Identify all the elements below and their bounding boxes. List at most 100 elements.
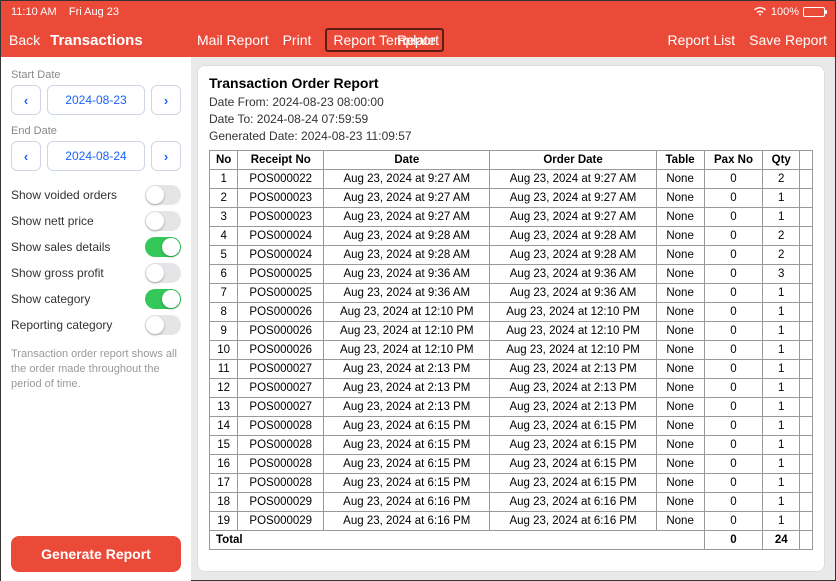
status-date: Fri Aug 23 bbox=[69, 6, 119, 18]
table-row[interactable]: 2POS000023Aug 23, 2024 at 9:27 AMAug 23,… bbox=[210, 189, 813, 208]
cell-qty: 2 bbox=[763, 170, 800, 189]
toggle-switch[interactable] bbox=[145, 263, 181, 283]
cell-pax: 0 bbox=[704, 170, 763, 189]
cell-pax: 0 bbox=[704, 208, 763, 227]
cell-qty: 1 bbox=[763, 455, 800, 474]
table-row[interactable]: 9POS000026Aug 23, 2024 at 12:10 PMAug 23… bbox=[210, 322, 813, 341]
toggle-label: Show nett price bbox=[11, 214, 94, 228]
table-row[interactable]: 16POS000028Aug 23, 2024 at 6:15 PMAug 23… bbox=[210, 455, 813, 474]
cell-order: Aug 23, 2024 at 2:13 PM bbox=[490, 360, 656, 379]
cell-date: Aug 23, 2024 at 9:27 AM bbox=[324, 208, 490, 227]
toggle-switch[interactable] bbox=[145, 211, 181, 231]
table-row[interactable]: 4POS000024Aug 23, 2024 at 9:28 AMAug 23,… bbox=[210, 227, 813, 246]
cell-order: Aug 23, 2024 at 9:28 AM bbox=[490, 246, 656, 265]
save-report-button[interactable]: Save Report bbox=[749, 32, 827, 48]
report-meta-to: Date To: 2024-08-24 07:59:59 bbox=[209, 111, 813, 128]
total-pax: 0 bbox=[704, 531, 763, 550]
table-row[interactable]: 5POS000024Aug 23, 2024 at 9:28 AMAug 23,… bbox=[210, 246, 813, 265]
cell-qty: 1 bbox=[763, 208, 800, 227]
cell-date: Aug 23, 2024 at 9:28 AM bbox=[324, 246, 490, 265]
end-date-button[interactable]: 2024-08-24 bbox=[47, 141, 145, 171]
report-list-button[interactable]: Report List bbox=[667, 32, 735, 48]
toggle-switch[interactable] bbox=[145, 289, 181, 309]
cell-order: Aug 23, 2024 at 2:13 PM bbox=[490, 398, 656, 417]
cell-table: None bbox=[656, 436, 704, 455]
cell-order: Aug 23, 2024 at 9:36 AM bbox=[490, 265, 656, 284]
cell-order: Aug 23, 2024 at 6:15 PM bbox=[490, 474, 656, 493]
start-date-button[interactable]: 2024-08-23 bbox=[47, 85, 145, 115]
cell-receipt: POS000024 bbox=[238, 227, 324, 246]
start-date-label: Start Date bbox=[11, 69, 181, 81]
cell-table: None bbox=[656, 341, 704, 360]
print-button[interactable]: Print bbox=[283, 32, 312, 48]
table-row[interactable]: 14POS000028Aug 23, 2024 at 6:15 PMAug 23… bbox=[210, 417, 813, 436]
table-row[interactable]: 19POS000029Aug 23, 2024 at 6:16 PMAug 23… bbox=[210, 512, 813, 531]
table-row[interactable]: 12POS000027Aug 23, 2024 at 2:13 PMAug 23… bbox=[210, 379, 813, 398]
cell-qty: 1 bbox=[763, 360, 800, 379]
table-row[interactable]: 1POS000022Aug 23, 2024 at 9:27 AMAug 23,… bbox=[210, 170, 813, 189]
table-row[interactable]: 18POS000029Aug 23, 2024 at 6:16 PMAug 23… bbox=[210, 493, 813, 512]
start-date-next[interactable]: › bbox=[151, 85, 181, 115]
cell-table: None bbox=[656, 284, 704, 303]
back-button[interactable]: Back bbox=[9, 32, 40, 48]
cell-date: Aug 23, 2024 at 12:10 PM bbox=[324, 322, 490, 341]
cell-order: Aug 23, 2024 at 6:15 PM bbox=[490, 417, 656, 436]
cell-no: 18 bbox=[210, 493, 238, 512]
cell-order: Aug 23, 2024 at 9:28 AM bbox=[490, 227, 656, 246]
cell-date: Aug 23, 2024 at 2:13 PM bbox=[324, 360, 490, 379]
toggle-label: Show gross profit bbox=[11, 266, 104, 280]
cell-qty: 1 bbox=[763, 189, 800, 208]
cell-date: Aug 23, 2024 at 2:13 PM bbox=[324, 379, 490, 398]
table-row[interactable]: 8POS000026Aug 23, 2024 at 12:10 PMAug 23… bbox=[210, 303, 813, 322]
cell-table: None bbox=[656, 455, 704, 474]
table-row[interactable]: 3POS000023Aug 23, 2024 at 9:27 AMAug 23,… bbox=[210, 208, 813, 227]
table-total-row: Total 0 24 bbox=[210, 531, 813, 550]
cell-qty: 1 bbox=[763, 398, 800, 417]
cell-no: 9 bbox=[210, 322, 238, 341]
table-row[interactable]: 10POS000026Aug 23, 2024 at 12:10 PMAug 2… bbox=[210, 341, 813, 360]
table-row[interactable]: 7POS000025Aug 23, 2024 at 9:36 AMAug 23,… bbox=[210, 284, 813, 303]
total-qty: 24 bbox=[763, 531, 800, 550]
cell-date: Aug 23, 2024 at 12:10 PM bbox=[324, 303, 490, 322]
cell-date: Aug 23, 2024 at 6:16 PM bbox=[324, 493, 490, 512]
table-row[interactable]: 15POS000028Aug 23, 2024 at 6:15 PMAug 23… bbox=[210, 436, 813, 455]
cell-receipt: POS000024 bbox=[238, 246, 324, 265]
table-header: Receipt No bbox=[238, 151, 324, 170]
cell-order: Aug 23, 2024 at 6:15 PM bbox=[490, 455, 656, 474]
cell-order: Aug 23, 2024 at 12:10 PM bbox=[490, 303, 656, 322]
generate-report-button[interactable]: Generate Report bbox=[11, 536, 181, 572]
cell-receipt: POS000025 bbox=[238, 265, 324, 284]
cell-table: None bbox=[656, 417, 704, 436]
cell-order: Aug 23, 2024 at 9:27 AM bbox=[490, 208, 656, 227]
toggle-switch[interactable] bbox=[145, 237, 181, 257]
table-row[interactable]: 17POS000028Aug 23, 2024 at 6:15 PMAug 23… bbox=[210, 474, 813, 493]
end-date-next[interactable]: › bbox=[151, 141, 181, 171]
cell-no: 10 bbox=[210, 341, 238, 360]
mail-report-button[interactable]: Mail Report bbox=[197, 32, 269, 48]
table-row[interactable]: 6POS000025Aug 23, 2024 at 9:36 AMAug 23,… bbox=[210, 265, 813, 284]
wifi-icon bbox=[753, 6, 767, 19]
nav-bar: Back Transactions Mail Report Print Repo… bbox=[1, 23, 835, 57]
end-date-prev[interactable]: ‹ bbox=[11, 141, 41, 171]
cell-order: Aug 23, 2024 at 12:10 PM bbox=[490, 322, 656, 341]
cell-table: None bbox=[656, 493, 704, 512]
cell-receipt: POS000026 bbox=[238, 322, 324, 341]
toggle-switch[interactable] bbox=[145, 315, 181, 335]
table-header: Table bbox=[656, 151, 704, 170]
cell-pax: 0 bbox=[704, 455, 763, 474]
table-row[interactable]: 11POS000027Aug 23, 2024 at 2:13 PMAug 23… bbox=[210, 360, 813, 379]
cell-table: None bbox=[656, 474, 704, 493]
cell-table: None bbox=[656, 360, 704, 379]
cell-qty: 1 bbox=[763, 322, 800, 341]
cell-receipt: POS000027 bbox=[238, 379, 324, 398]
battery-icon bbox=[803, 7, 825, 17]
table-row[interactable]: 13POS000027Aug 23, 2024 at 2:13 PMAug 23… bbox=[210, 398, 813, 417]
toggle-row: Show gross profit bbox=[11, 263, 181, 283]
toggle-switch[interactable] bbox=[145, 185, 181, 205]
cell-receipt: POS000023 bbox=[238, 189, 324, 208]
table-header: Order Date bbox=[490, 151, 656, 170]
start-date-prev[interactable]: ‹ bbox=[11, 85, 41, 115]
cell-receipt: POS000023 bbox=[238, 208, 324, 227]
cell-pax: 0 bbox=[704, 360, 763, 379]
cell-pax: 0 bbox=[704, 379, 763, 398]
